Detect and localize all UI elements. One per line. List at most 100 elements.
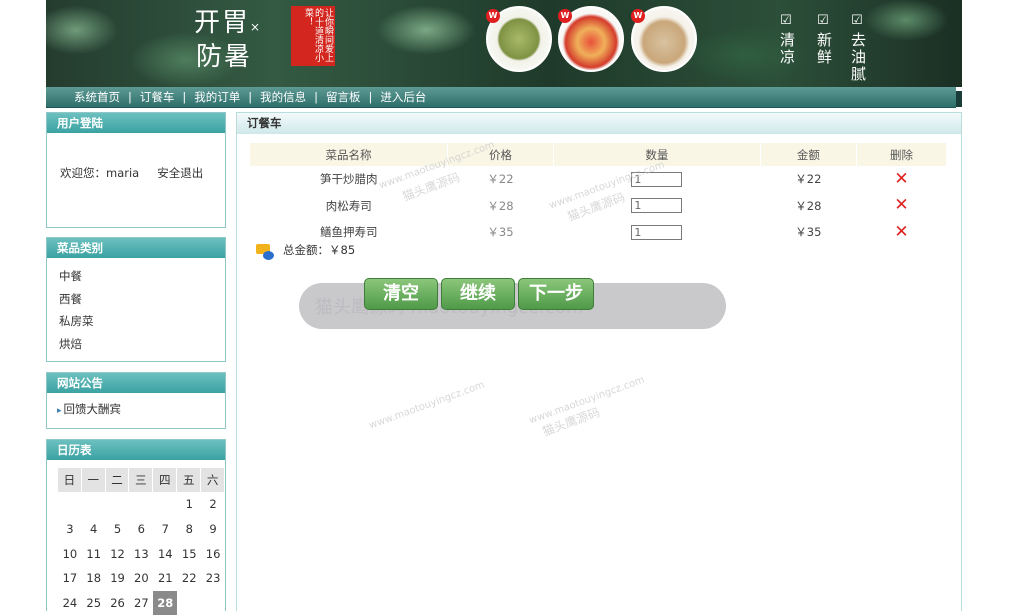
delete-x-icon[interactable]: ✕ <box>894 222 908 242</box>
calendar-day: 13 <box>134 546 149 561</box>
nav-item-orders[interactable]: 我的订单 | <box>194 89 260 105</box>
nav-separator: | <box>248 90 253 104</box>
nav-item-guestbook[interactable]: 留言板 | <box>326 89 380 105</box>
delete-x-icon[interactable]: ✕ <box>894 169 908 189</box>
dish-name: 肉松寿司 <box>325 198 372 213</box>
total-label: 总金额： <box>283 243 329 257</box>
calendar-box-title: 日历表 <box>47 440 225 460</box>
nav-link[interactable]: 进入后台 <box>380 89 426 105</box>
dish-price: ￥28 <box>487 198 514 213</box>
calendar-table: 日 一 二 三 四 五 六 1 2 3 4 5 6 7 8 9 10 11 12… <box>58 468 225 615</box>
brand-badge-icon: W <box>558 9 572 23</box>
calendar-day: 3 <box>66 522 74 537</box>
banner-title-line2: 防暑 <box>196 42 253 72</box>
calendar-day: 7 <box>161 522 169 537</box>
dish-amount: ￥35 <box>795 225 822 240</box>
cart-row: 笋干炒腊肉 ￥22 ￥22 ✕ <box>250 166 947 193</box>
nav-separator: | <box>182 90 187 104</box>
nav-separator: | <box>128 90 132 104</box>
main-nav: 系统首页 | 订餐车 | 我的订单 | 我的信息 | 留言板 | 进入后台 <box>46 87 956 108</box>
qty-cell <box>553 219 760 246</box>
calendar-day: 18 <box>86 571 102 586</box>
nav-item-admin[interactable]: 进入后台 <box>380 89 426 105</box>
calendar-day: 6 <box>137 522 145 537</box>
nav-link[interactable]: 订餐车 <box>140 89 175 105</box>
banner-seal: 让你瞬间爱上的十道清凉小菜！ <box>291 6 335 66</box>
col-header-price: 价格 <box>447 143 554 166</box>
delete-cell: ✕ <box>856 219 946 246</box>
calendar-day: 1 <box>185 497 193 512</box>
col-header-qty: 数量 <box>553 143 761 166</box>
cart-action-bar: 猫头鹰源码 maotouyingce.com 清空 继续 下一步 <box>299 278 726 329</box>
quantity-input[interactable] <box>631 224 683 240</box>
quantity-input[interactable] <box>631 171 683 187</box>
weekday-header: 四 <box>153 468 178 492</box>
category-item[interactable]: 西餐 <box>59 288 225 311</box>
checkbox-icon: ☑ <box>851 13 865 28</box>
col-header-name: 菜品名称 <box>250 143 449 166</box>
nav-link[interactable]: 我的订单 <box>194 89 240 105</box>
category-item[interactable]: 烘焙 <box>59 333 225 356</box>
shopping-cart-icon <box>254 240 274 260</box>
next-step-button[interactable]: 下一步 <box>518 278 594 310</box>
notice-box: 网站公告 ▸ 回馈大酬宾 <box>46 372 226 429</box>
calendar-day: 8 <box>185 522 193 537</box>
total-value: ￥85 <box>329 243 356 257</box>
calendar-day: 11 <box>86 546 102 561</box>
calendar-day: 5 <box>113 522 122 537</box>
banner-title-line1: 开胃 <box>194 8 251 38</box>
calendar-today: 28 <box>153 590 178 615</box>
qty-cell <box>553 193 760 220</box>
continue-shopping-button[interactable]: 继续 <box>441 278 515 310</box>
notice-item[interactable]: ▸ 回馈大酬宾 <box>47 393 225 417</box>
calendar-day: 4 <box>90 522 98 537</box>
cart-header-row: 菜品名称 价格 数量 金额 删除 <box>250 143 948 166</box>
calendar-day: 26 <box>110 596 125 611</box>
calendar-day <box>129 492 153 517</box>
calendar-day: 19 <box>110 571 125 586</box>
logout-link[interactable]: 安全退出 <box>157 166 203 180</box>
dish-amount: ￥28 <box>795 198 822 213</box>
delete-cell: ✕ <box>856 193 946 220</box>
nav-link[interactable]: 系统首页 <box>74 89 120 105</box>
banner-tag: ☑ 去油腻 <box>849 12 867 83</box>
col-header-delete: 删除 <box>856 143 948 166</box>
notice-box-title: 网站公告 <box>47 373 225 393</box>
cart-total: 总金额： ￥85 <box>254 240 355 260</box>
calendar-day: 20 <box>134 571 149 586</box>
cart-table: 菜品名称 价格 数量 金额 删除 笋干炒腊肉 ￥22 ￥22 ✕ 肉松寿司 ￥2… <box>250 143 948 246</box>
category-item[interactable]: 中餐 <box>59 265 225 288</box>
login-box: 用户登陆 欢迎您：maria 安全退出 <box>46 112 226 228</box>
category-box-title: 菜品类别 <box>47 238 225 258</box>
welcome-text: 欢迎您：maria <box>60 166 140 180</box>
category-item[interactable]: 私房菜 <box>59 310 225 333</box>
dish-price: ￥22 <box>487 172 514 187</box>
calendar-day: 2 <box>209 497 217 512</box>
nav-item-profile[interactable]: 我的信息 | <box>260 89 326 105</box>
nav-link[interactable]: 我的信息 <box>260 89 306 105</box>
dish-name: 笋干炒腊肉 <box>320 172 378 187</box>
weekday-header: 三 <box>129 468 154 492</box>
weekday-header: 一 <box>81 468 106 492</box>
banner-tag: ☑ 新鲜 <box>815 12 833 66</box>
nav-item-home[interactable]: 系统首页 | <box>74 89 140 105</box>
calendar-day: 12 <box>110 546 125 561</box>
delete-x-icon[interactable]: ✕ <box>894 195 908 215</box>
banner-tag-text: 去油腻 <box>849 32 867 83</box>
nav-item-cart[interactable]: 订餐车 | <box>140 89 194 105</box>
notice-item-text[interactable]: 回馈大酬宾 <box>64 402 122 416</box>
clear-cart-button[interactable]: 清空 <box>364 278 438 310</box>
category-list: 中餐 西餐 私房菜 烘焙 <box>47 258 225 355</box>
weekday-header: 二 <box>105 468 130 492</box>
login-box-title: 用户登陆 <box>47 113 225 133</box>
calendar-day: 22 <box>181 571 197 586</box>
calendar-day: 16 <box>205 546 221 561</box>
site-banner: 开胃× 防暑 让你瞬间爱上的十道清凉小菜！ W W W ☑ 清凉 ☑ 新鲜 ☑ 去油腻 <box>46 0 962 87</box>
banner-title: 开胃× 防暑 <box>194 8 262 72</box>
calendar-day: 25 <box>86 596 102 611</box>
brand-badge-icon: W <box>631 9 645 23</box>
nav-link[interactable]: 留言板 <box>326 89 361 105</box>
nav-shadow <box>956 91 962 107</box>
quantity-input[interactable] <box>631 198 683 214</box>
calendar-day: 23 <box>205 571 221 586</box>
